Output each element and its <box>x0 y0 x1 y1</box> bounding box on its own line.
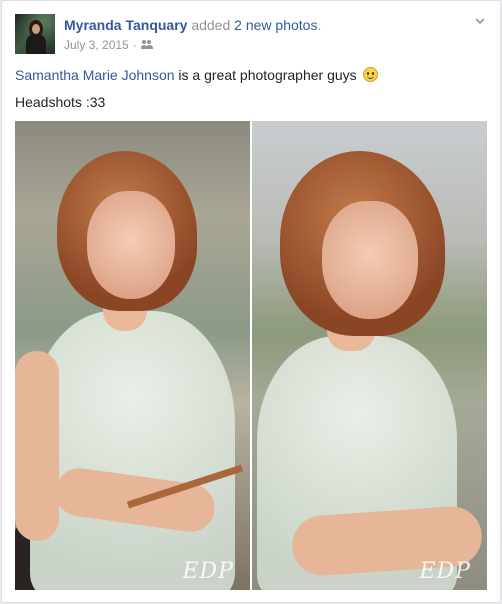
feed-post-card: Myranda Tanquary added 2 new photos. Jul… <box>1 0 501 603</box>
meta-separator: · <box>132 38 137 52</box>
photo-watermark: EDP <box>182 559 234 584</box>
post-meta: July 3, 2015 · <box>64 38 153 52</box>
post-date-link[interactable]: July 3, 2015 <box>64 38 129 52</box>
post-text-line1: Samantha Marie Johnson is a great photog… <box>15 65 378 85</box>
friends-icon[interactable] <box>140 40 153 50</box>
chevron-down-icon[interactable] <box>474 15 486 27</box>
author-avatar[interactable] <box>15 14 55 54</box>
post-header: Myranda Tanquary added 2 new photos. <box>64 16 321 34</box>
photo-watermark: EDP <box>419 559 471 584</box>
tagged-person-link[interactable]: Samantha Marie Johnson <box>15 67 175 83</box>
action-suffix: . <box>317 17 322 33</box>
author-name-link[interactable]: Myranda Tanquary <box>64 17 187 33</box>
action-text: added <box>191 17 231 33</box>
post-text-rest: is a great photographer guys <box>174 67 357 83</box>
post-photo-2[interactable]: EDP <box>252 121 487 590</box>
new-photos-link[interactable]: 2 new photos <box>234 17 317 33</box>
smile-emoji-icon <box>362 67 378 82</box>
post-text-line2: Headshots :33 <box>15 94 106 110</box>
post-photo-1[interactable]: EDP <box>15 121 250 590</box>
